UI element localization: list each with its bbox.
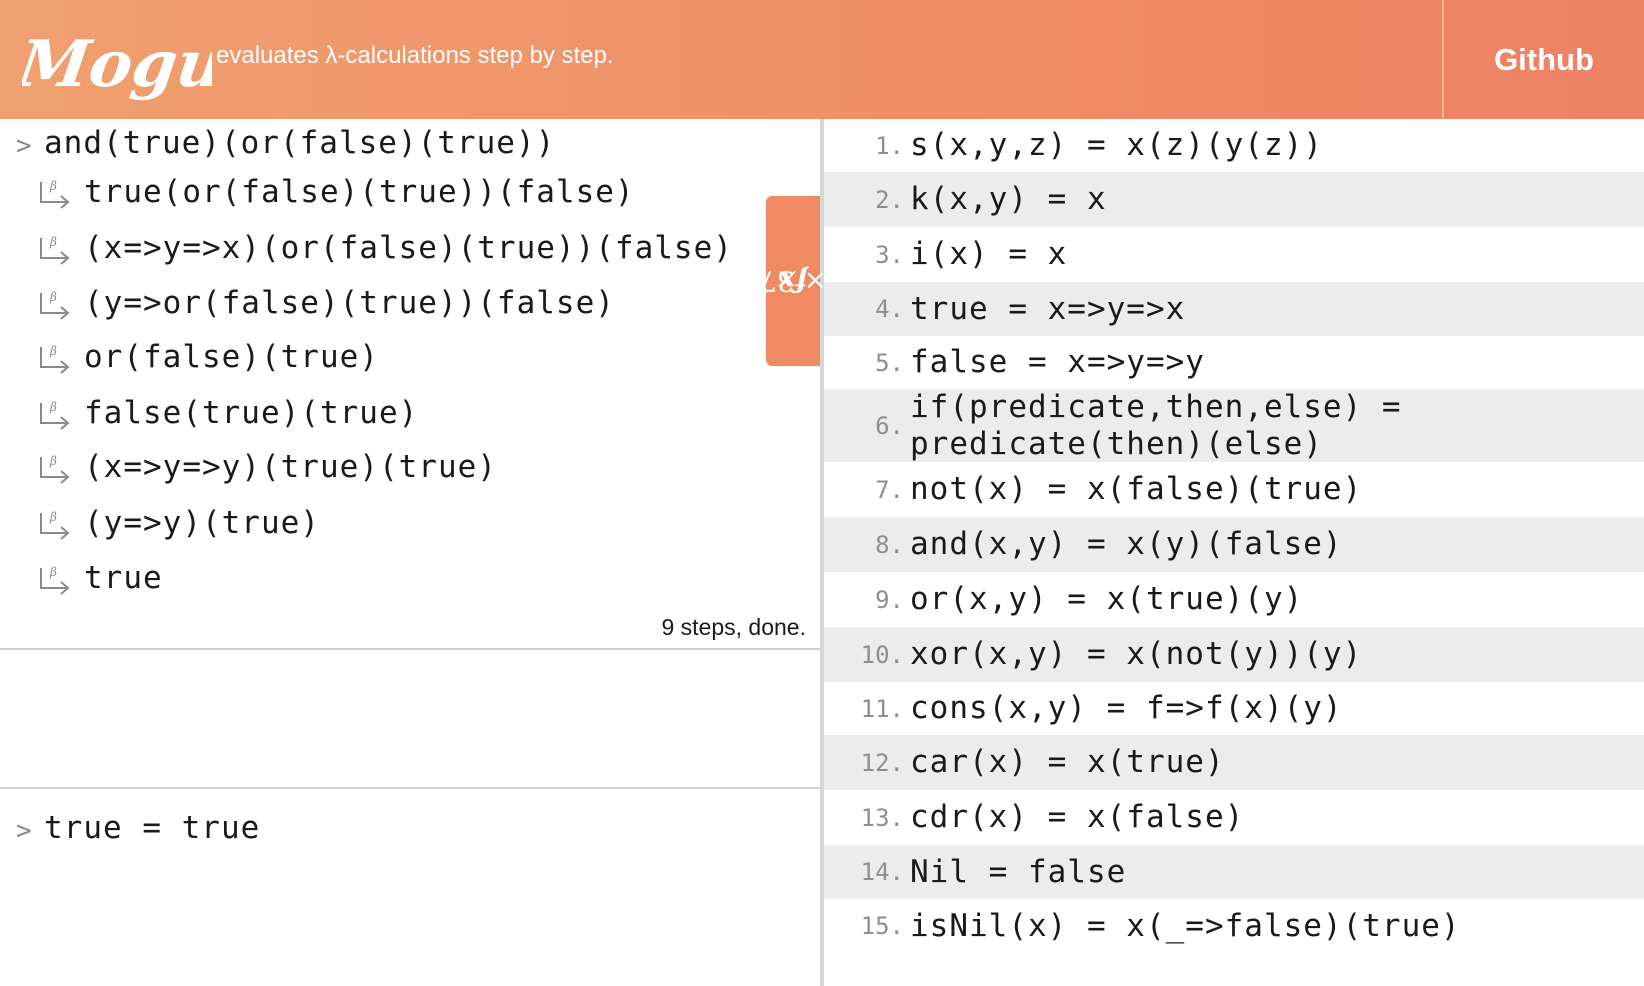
step-expression[interactable]: (y=>y)(true) xyxy=(84,505,320,541)
line-number: 3. xyxy=(875,240,904,269)
definition-row[interactable]: 12. car(x) = x(true) xyxy=(824,735,1644,790)
definition-row[interactable]: 3. i(x) = x xyxy=(824,227,1644,282)
evaluation-panel: > and(true)(or(false)(true)) β true(or(fa… xyxy=(0,119,820,986)
svg-text:β: β xyxy=(49,565,57,579)
line-number: 2. xyxy=(875,185,904,214)
svg-text:β: β xyxy=(49,344,57,358)
evaluation-input[interactable]: and(true)(or(false)(true)) xyxy=(44,125,555,161)
definitions-tab[interactable]: fx × 37 xyxy=(759,196,827,366)
definition-text[interactable]: s(x,y,z) = x(z)(y(z)) xyxy=(910,127,1323,164)
definition-text[interactable]: cdr(x) = x(false) xyxy=(910,799,1244,836)
svg-text:β: β xyxy=(49,454,57,468)
definition-text[interactable]: xor(x,y) = x(not(y))(y) xyxy=(910,636,1362,673)
line-number: 13. xyxy=(860,803,904,832)
definition-row[interactable]: 2. k(x,y) = x xyxy=(824,172,1644,227)
line-number: 11. xyxy=(860,694,904,723)
beta-arrow-icon: β xyxy=(40,179,70,209)
definition-row[interactable]: 6. if(predicate,then,else) = predicate(th… xyxy=(824,389,1644,462)
definition-text[interactable]: true = x=>y=>x xyxy=(910,291,1185,328)
beta-arrow-icon: β xyxy=(40,565,70,595)
definition-text[interactable]: false = x=>y=>y xyxy=(910,344,1205,381)
definition-text[interactable]: car(x) = x(true) xyxy=(910,744,1225,781)
definition-row[interactable]: 11. cons(x,y) = f=>f(x)(y) xyxy=(824,682,1644,735)
definition-text[interactable]: if(predicate,then,else) = predicate(then… xyxy=(910,389,1402,463)
step-expression[interactable]: false(true)(true) xyxy=(84,395,418,431)
line-number: 15. xyxy=(860,912,904,940)
step-expression[interactable]: true xyxy=(84,560,163,596)
definition-text[interactable]: and(x,y) = x(y)(false) xyxy=(910,526,1343,563)
definition-text[interactable]: i(x) = x xyxy=(910,236,1067,273)
svg-text:Mogul: Mogul xyxy=(22,27,212,102)
tagline: evaluates λ-calculations step by step. xyxy=(216,42,614,69)
beta-arrow-icon: β xyxy=(40,344,70,374)
definition-row[interactable]: 5. false = x=>y=>y xyxy=(824,336,1644,389)
line-number: 7. xyxy=(875,475,904,504)
beta-arrow-icon: β xyxy=(40,454,70,484)
svg-text:β: β xyxy=(49,290,57,304)
definition-text[interactable]: not(x) = x(false)(true) xyxy=(910,471,1362,508)
definition-row[interactable]: 4. true = x=>y=>x xyxy=(824,282,1644,336)
svg-text:β: β xyxy=(49,400,57,414)
prompt-icon: > xyxy=(16,131,32,161)
definition-text[interactable]: Nil = false xyxy=(910,854,1126,891)
step-expression[interactable]: (y=>or(false)(true))(false) xyxy=(84,285,615,321)
definition-row[interactable]: 9. or(x,y) = x(true)(y) xyxy=(824,572,1644,627)
definition-row[interactable]: 14. Nil = false xyxy=(824,845,1644,899)
step-expression[interactable]: or(false)(true) xyxy=(84,339,379,375)
definition-row[interactable]: 8. and(x,y) = x(y)(false) xyxy=(824,517,1644,572)
line-number: 10. xyxy=(860,640,904,669)
definition-row[interactable]: 1. s(x,y,z) = x(z)(y(z)) xyxy=(824,119,1644,172)
beta-arrow-icon: β xyxy=(40,510,70,540)
definition-text[interactable]: isNil(x) = x(_=>false)(true) xyxy=(910,908,1461,945)
definition-text[interactable]: k(x,y) = x xyxy=(910,181,1107,218)
definitions-list: 1. s(x,y,z) = x(z)(y(z)) 2. k(x,y) = x 3. i(x… xyxy=(824,119,1644,986)
output-area xyxy=(0,650,820,787)
app-header: Mogul evaluates λ-calculations step by s… xyxy=(0,0,1644,119)
beta-arrow-icon: β xyxy=(40,400,70,430)
svg-text:β: β xyxy=(49,179,57,193)
svg-text:β: β xyxy=(49,510,57,524)
github-link[interactable]: Github xyxy=(1444,0,1644,119)
beta-arrow-icon: β xyxy=(40,235,70,265)
step-expression[interactable]: true(or(false)(true))(false) xyxy=(84,174,635,210)
prompt-icon: > xyxy=(16,816,32,846)
step-status: 9 steps, done. xyxy=(661,614,807,640)
definition-row[interactable]: 13. cdr(x) = x(false) xyxy=(824,790,1644,845)
console-input[interactable]: true = true xyxy=(44,810,260,846)
step-expression[interactable]: (x=>y=>y)(true)(true) xyxy=(84,449,497,485)
mogul-logo[interactable]: Mogul xyxy=(22,14,212,106)
line-number: 12. xyxy=(860,748,904,777)
definition-text[interactable]: cons(x,y) = f=>f(x)(y) xyxy=(910,690,1343,727)
beta-arrow-icon: β xyxy=(40,290,70,320)
line-number: 8. xyxy=(875,530,904,559)
definition-row[interactable]: 7. not(x) = x(false)(true) xyxy=(824,462,1644,517)
line-number: 6. xyxy=(875,411,904,440)
line-number: 5. xyxy=(875,348,904,377)
definition-row[interactable]: 10. xor(x,y) = x(not(y))(y) xyxy=(824,627,1644,682)
step-expression[interactable]: (x=>y=>x)(or(false)(true))(false) xyxy=(84,230,733,266)
line-number: 4. xyxy=(875,295,904,323)
definitions-count: × 37 xyxy=(759,264,827,298)
definition-text[interactable]: or(x,y) = x(true)(y) xyxy=(910,581,1303,618)
line-number: 1. xyxy=(875,131,904,160)
definition-row[interactable]: 15. isNil(x) = x(_=>false)(true) xyxy=(824,899,1644,953)
line-number: 14. xyxy=(860,858,904,886)
line-number: 9. xyxy=(875,585,904,614)
divider xyxy=(0,787,820,789)
svg-text:β: β xyxy=(49,235,57,249)
